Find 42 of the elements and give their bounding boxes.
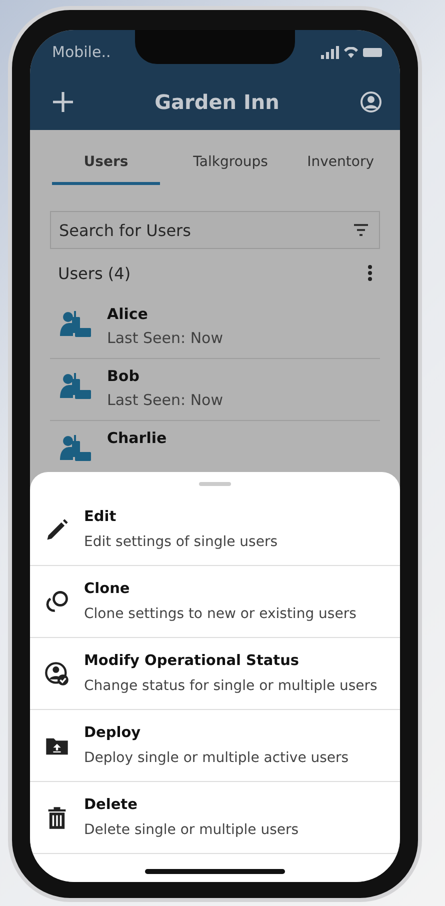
action-description: Edit settings of single users bbox=[84, 534, 278, 550]
action-item[interactable]: Delete Delete single or multiple users bbox=[30, 782, 400, 854]
user-name: Alice bbox=[107, 305, 149, 323]
action-description: Delete single or multiple users bbox=[84, 822, 299, 838]
overlapping-circles-icon bbox=[44, 588, 70, 614]
action-description: Deploy single or multiple active users bbox=[84, 750, 349, 766]
action-item[interactable]: Deploy Deploy single or multiple active users bbox=[30, 710, 400, 782]
action-title: Deploy bbox=[84, 725, 142, 741]
action-title: Delete bbox=[84, 797, 138, 813]
action-title: Edit bbox=[84, 509, 118, 525]
action-title: Modify Operational Status bbox=[84, 653, 300, 669]
add-button[interactable] bbox=[52, 91, 74, 113]
profile-button[interactable] bbox=[360, 91, 382, 113]
filter-icon[interactable] bbox=[354, 224, 368, 236]
user-name: Charlie bbox=[107, 429, 167, 447]
user-check-icon bbox=[44, 660, 70, 686]
sheet-handle[interactable] bbox=[199, 482, 231, 486]
more-icon[interactable] bbox=[368, 265, 372, 281]
action-title: Clone bbox=[84, 581, 131, 597]
tab[interactable]: Users bbox=[52, 144, 160, 185]
list-heading: Users (4) bbox=[58, 264, 131, 282]
wifi-icon bbox=[344, 46, 358, 58]
user-name: Bob bbox=[107, 367, 140, 385]
user-radio-icon bbox=[60, 311, 91, 337]
action-item[interactable]: Modify Operational Status Change status for single or multiple users bbox=[30, 638, 400, 710]
signal-icon bbox=[321, 46, 339, 58]
user-status: Last Seen: Now bbox=[107, 329, 223, 347]
action-description: Change status for single or multiple users bbox=[84, 678, 378, 694]
user-status: Last Seen: Now bbox=[107, 391, 223, 409]
action-item[interactable]: Clone Clone settings to new or existing users bbox=[30, 566, 400, 638]
carrier-label: Mobile.. bbox=[52, 43, 111, 61]
tab[interactable]: Inventory bbox=[307, 144, 374, 185]
search-field[interactable]: Search for Users bbox=[50, 211, 380, 249]
user-row[interactable]: Alice Last Seen: Now bbox=[50, 297, 380, 359]
app-title: Garden Inn bbox=[154, 90, 280, 114]
user-radio-icon bbox=[60, 435, 91, 461]
tab[interactable]: Talkgroups bbox=[193, 144, 268, 185]
user-radio-icon bbox=[60, 373, 91, 399]
action-description: Clone settings to new or existing users bbox=[84, 606, 356, 622]
user-row[interactable]: Bob Last Seen: Now bbox=[50, 359, 380, 421]
battery-icon bbox=[363, 48, 382, 56]
action-item[interactable]: Edit Edit settings of single users bbox=[30, 494, 400, 566]
